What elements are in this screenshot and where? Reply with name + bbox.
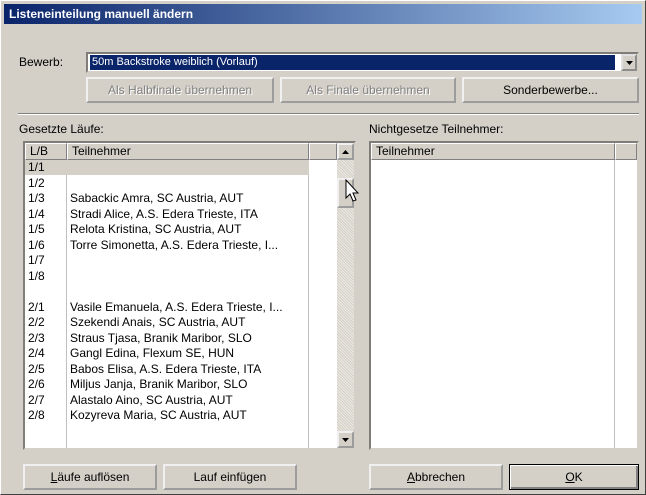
nichtgesetzte-list[interactable]: Teilnehmer	[369, 141, 639, 450]
table-row[interactable]: 2/4 Gangl Edina, Flexum SE, HUN	[25, 346, 309, 361]
window-title: Listeneinteilung manuell ändern	[4, 4, 642, 24]
cell-lb: 2/6	[28, 377, 45, 391]
lauf-einfuegen-button[interactable]: Lauf einfügen	[163, 464, 297, 490]
cell-teilnehmer: Szekendi Anais, SC Austria, AUT	[70, 315, 246, 329]
table-row[interactable]: 1/2	[25, 176, 309, 191]
table-row[interactable]: 2/2 Szekendi Anais, SC Austria, AUT	[25, 315, 309, 330]
column-header-empty[interactable]	[309, 143, 337, 160]
scroll-up-icon[interactable]	[337, 143, 354, 160]
als-finale-button[interactable]: Als Finale übernehmen	[280, 77, 456, 103]
table-row[interactable]	[25, 284, 309, 299]
laeufe-aufloesen-button[interactable]: Läufe auflösen	[23, 464, 157, 490]
cell-teilnehmer: Torre Simonetta, A.S. Edera Trieste, I..…	[70, 237, 279, 252]
cell-lb: 1/8	[28, 268, 45, 283]
table-row[interactable]: 1/1	[25, 160, 309, 175]
sonderbewerbe-button[interactable]: Sonderbewerbe...	[462, 77, 639, 103]
cell-lb: 2/3	[28, 330, 45, 345]
separator	[18, 113, 639, 115]
cell-lb: 1/5	[28, 222, 45, 236]
cell-teilnehmer: Alastalo Aino, SC Austria, AUT	[70, 392, 233, 407]
cell-lb: 1/1	[28, 160, 45, 174]
table-row[interactable]: 2/5 Babos Elisa, A.S. Edera Trieste, ITA	[25, 362, 309, 377]
column-header-empty-right[interactable]	[615, 143, 637, 160]
column-header-teilnehmer[interactable]: Teilnehmer	[67, 143, 309, 160]
cell-lb: 2/5	[28, 361, 45, 376]
cell-lb: 2/1	[28, 299, 45, 314]
dialog-window: Listeneinteilung manuell ändern Bewerb: …	[0, 0, 646, 495]
cell-lb: 1/4	[28, 206, 45, 221]
cell-lb: 2/8	[28, 408, 45, 422]
bewerb-label: Bewerb:	[19, 55, 64, 69]
bewerb-select[interactable]: 50m Backstroke weiblich (Vorlauf)	[86, 52, 639, 73]
table-row[interactable]: 2/8 Kozyreva Maria, SC Austria, AUT	[25, 408, 309, 423]
ok-button[interactable]: OK	[509, 464, 639, 490]
table-row[interactable]: 1/8	[25, 269, 309, 284]
table-row[interactable]: 1/5 Relota Kristina, SC Austria, AUT	[25, 222, 309, 237]
table-row[interactable]: 2/6 Miljus Janja, Branik Maribor, SLO	[25, 377, 309, 392]
cell-lb: 2/4	[28, 346, 45, 360]
chevron-down-icon[interactable]	[621, 54, 637, 71]
cell-lb: 1/6	[28, 237, 45, 252]
table-row[interactable]: 1/7	[25, 253, 309, 268]
cell-lb: 1/3	[28, 191, 45, 205]
cell-lb: 1/7	[28, 253, 45, 267]
table-row[interactable]: 2/7 Alastalo Aino, SC Austria, AUT	[25, 393, 309, 408]
gesetzte-laeufe-label: Gesetzte Läufe:	[19, 122, 104, 136]
scroll-down-icon[interactable]	[337, 431, 354, 448]
column-header-lb[interactable]: L/B	[25, 143, 67, 160]
cell-lb: 2/7	[28, 392, 45, 407]
abbrechen-button[interactable]: Abbrechen	[369, 464, 503, 490]
column-divider	[614, 160, 615, 448]
cell-teilnehmer: Straus Tjasa, Branik Maribor, SLO	[70, 330, 252, 345]
cell-teilnehmer: Gangl Edina, Flexum SE, HUN	[70, 346, 235, 360]
gesetzte-laeufe-list[interactable]: L/B Teilnehmer 1/1 1/2 1/3 Sabackic Amra, S…	[23, 141, 356, 450]
nichtgesetzte-label: Nichtgesetze Teilnehmer:	[369, 122, 504, 136]
table-row[interactable]: 1/3 Sabackic Amra, SC Austria, AUT	[25, 191, 309, 206]
bewerb-selected-value: 50m Backstroke weiblich (Vorlauf)	[90, 55, 615, 70]
cell-teilnehmer: Vasile Emanuela, A.S. Edera Trieste, I..…	[70, 299, 283, 314]
cell-teilnehmer: Sabackic Amra, SC Austria, AUT	[70, 191, 244, 205]
table-row[interactable]: 2/3 Straus Tjasa, Branik Maribor, SLO	[25, 331, 309, 346]
cell-teilnehmer: Babos Elisa, A.S. Edera Trieste, ITA	[70, 361, 262, 376]
mouse-cursor-icon	[345, 179, 360, 202]
cell-teilnehmer: Stradi Alice, A.S. Edera Trieste, ITA	[70, 206, 258, 221]
column-header-teilnehmer-right[interactable]: Teilnehmer	[371, 143, 615, 160]
table-row[interactable]: 1/6 Torre Simonetta, A.S. Edera Trieste, …	[25, 238, 309, 253]
cell-teilnehmer: Kozyreva Maria, SC Austria, AUT	[70, 408, 247, 422]
table-row[interactable]: 2/1 Vasile Emanuela, A.S. Edera Trieste, …	[25, 300, 309, 315]
als-halbfinale-button[interactable]: Als Halbfinale übernehmen	[86, 77, 274, 103]
cell-teilnehmer: Miljus Janja, Branik Maribor, SLO	[70, 377, 248, 391]
cell-teilnehmer: Relota Kristina, SC Austria, AUT	[70, 222, 242, 236]
cell-lb: 1/2	[28, 175, 45, 190]
table-row[interactable]: 1/4 Stradi Alice, A.S. Edera Trieste, ITA	[25, 207, 309, 222]
cell-lb: 2/2	[28, 315, 45, 329]
